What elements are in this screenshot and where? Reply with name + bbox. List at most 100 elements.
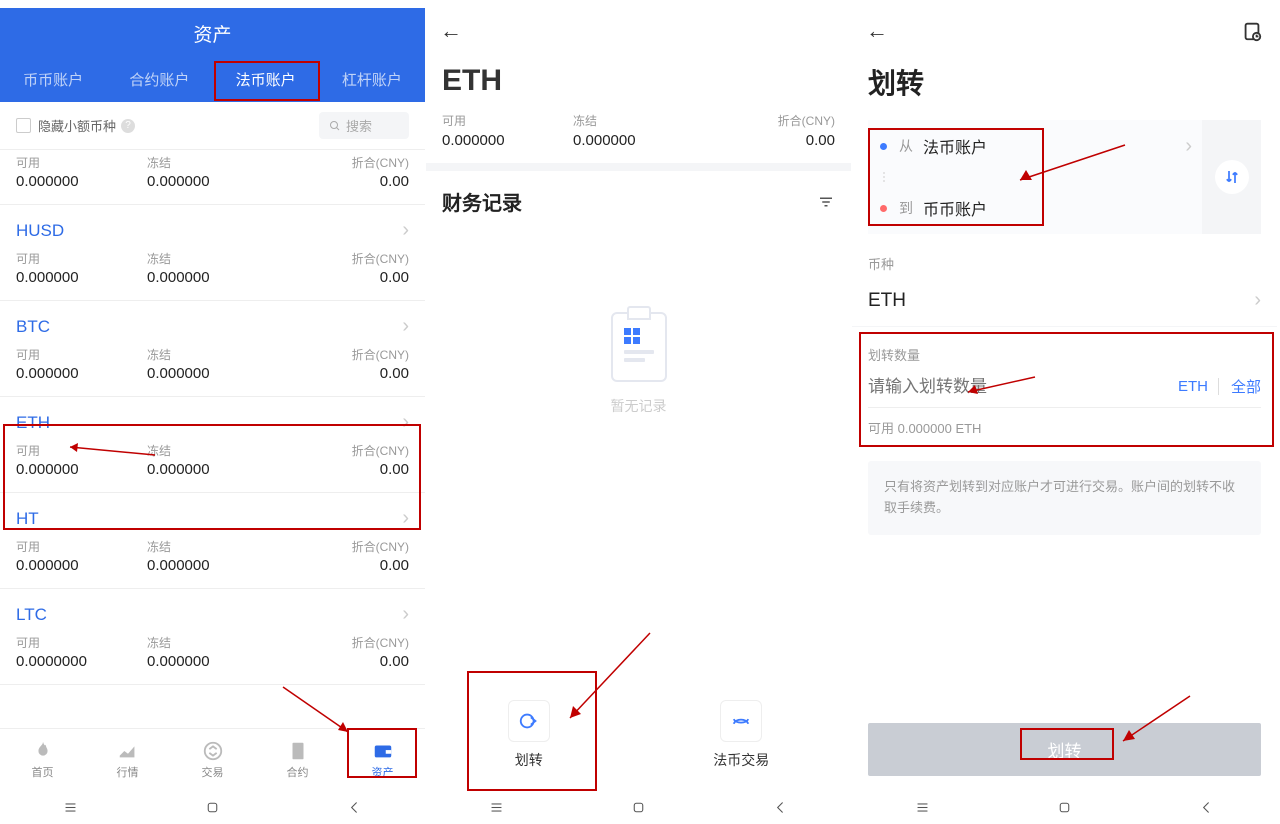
records-header: 财务记录 xyxy=(426,171,851,232)
menu-icon[interactable] xyxy=(914,799,931,816)
summary-avail: 0.000000 xyxy=(16,173,147,190)
balance-row: 可用0.000000 冻结0.000000 折合(CNY)0.00 xyxy=(426,112,851,163)
route-from[interactable]: 从 法币账户 › xyxy=(868,120,1202,172)
chevron-right-icon: › xyxy=(1254,289,1261,312)
document-icon xyxy=(287,740,309,762)
coin-name: HUSD xyxy=(16,221,64,241)
hide-small-checkbox[interactable] xyxy=(16,118,31,133)
amount-input-row: ETH 全部 xyxy=(868,376,1261,408)
swap-icon xyxy=(202,740,224,762)
chevron-right-icon: › xyxy=(402,411,409,434)
search-input[interactable]: 搜索 xyxy=(319,112,409,139)
menu-icon[interactable] xyxy=(488,799,505,816)
page-title: 资产 xyxy=(0,8,425,57)
home-icon[interactable] xyxy=(630,799,647,816)
nav-home[interactable]: 首页 xyxy=(0,729,85,790)
from-label: 从 xyxy=(899,136,913,156)
swap-button[interactable] xyxy=(1203,120,1261,234)
coin-name: LTC xyxy=(16,605,47,625)
back-arrow-icon[interactable]: ← xyxy=(440,18,462,43)
fiat-icon xyxy=(720,700,762,742)
col-frozen-label: 冻结 xyxy=(573,112,704,129)
coin-row-eth[interactable]: ETH › 可用0.000000 冻结0.000000 折合(CNY)0.00 xyxy=(0,397,425,493)
nav-trade[interactable]: 交易 xyxy=(170,729,255,790)
transfer-button[interactable]: 划转 xyxy=(508,700,550,770)
status-bar xyxy=(426,0,851,8)
back-arrow-icon[interactable]: ← xyxy=(866,18,888,44)
summary-row: 可用0.000000 冻结0.000000 折合(CNY)0.00 xyxy=(0,150,425,205)
coin-name: ETH xyxy=(16,413,50,433)
coin-row-husd[interactable]: HUSD › 可用0.000000 冻结0.000000 折合(CNY)0.00 xyxy=(0,205,425,301)
search-container: 搜索 xyxy=(135,112,409,139)
chevron-right-icon: › xyxy=(1185,135,1192,158)
home-icon[interactable] xyxy=(204,799,221,816)
dot-icon xyxy=(880,143,887,150)
route-list: 从 法币账户 › 到 币币账户 xyxy=(868,120,1203,234)
wallet-icon xyxy=(372,740,394,762)
menu-icon[interactable] xyxy=(62,799,79,816)
tab-fiat-account[interactable]: 法币账户 xyxy=(213,57,319,102)
balance-cny: 0.00 xyxy=(704,132,835,149)
back-icon[interactable] xyxy=(1198,799,1215,816)
system-nav xyxy=(0,790,425,824)
phone-transfer: ← 划转 从 法币账户 › 到 币币账户 币种 ETH › 划转数量 xyxy=(852,0,1278,824)
col-frozen-label: 冻结 xyxy=(147,154,278,171)
transfer-icon xyxy=(508,700,550,742)
filter-row: 隐藏小额币种 ? 搜索 xyxy=(0,102,425,150)
coin-name: BTC xyxy=(16,317,50,337)
currency-selector[interactable]: ETH › xyxy=(852,281,1277,327)
bottom-nav: 首页 行情 交易 合约 资产 xyxy=(0,728,425,790)
coin-row-btc[interactable]: BTC › 可用0.000000 冻结0.000000 折合(CNY)0.00 xyxy=(0,301,425,397)
nav-market[interactable]: 行情 xyxy=(85,729,170,790)
nav-assets[interactable]: 资产 xyxy=(340,729,425,790)
chart-icon xyxy=(117,740,139,762)
amount-section: 划转数量 ETH 全部 可用 0.000000 ETH xyxy=(868,345,1261,437)
back-icon[interactable] xyxy=(346,799,363,816)
system-nav xyxy=(426,790,851,824)
status-bar xyxy=(852,0,1277,8)
swap-vertical-icon xyxy=(1215,160,1249,194)
nav-contract[interactable]: 合约 xyxy=(255,729,340,790)
records-title: 财务记录 xyxy=(442,187,522,216)
page-title: ETH xyxy=(426,54,851,112)
tab-contract-account[interactable]: 合约账户 xyxy=(106,57,212,102)
coin-row-ht[interactable]: HT › 可用0.000000 冻结0.000000 折合(CNY)0.00 xyxy=(0,493,425,589)
col-cny-label: 折合(CNY) xyxy=(278,154,409,171)
clipboard-icon xyxy=(611,312,667,382)
spacer xyxy=(852,559,1277,603)
status-bar xyxy=(0,0,425,8)
tab-coin-account[interactable]: 币币账户 xyxy=(0,57,106,102)
transfer-note: 只有将资产划转到对应账户才可进行交易。账户间的划转不收取手续费。 xyxy=(868,461,1261,535)
fiat-trade-button[interactable]: 法币交易 xyxy=(713,700,769,770)
page-title: 划转 xyxy=(852,54,1277,120)
search-placeholder: 搜索 xyxy=(346,116,372,135)
amount-all-button[interactable]: 全部 xyxy=(1219,376,1261,397)
phone-assets: 资产 币币账户 合约账户 法币账户 杠杆账户 隐藏小额币种 ? 搜索 可用0.0… xyxy=(0,0,426,824)
filter-icon[interactable] xyxy=(817,193,835,211)
chevron-right-icon: › xyxy=(402,603,409,626)
tab-margin-account[interactable]: 杠杆账户 xyxy=(319,57,425,102)
action-row: 划转 法币交易 xyxy=(426,684,851,790)
hide-small-label: 隐藏小额币种 xyxy=(38,116,116,135)
submit-button[interactable]: 划转 xyxy=(868,723,1261,776)
help-icon[interactable]: ? xyxy=(121,119,135,133)
currency-value: ETH xyxy=(868,290,906,312)
to-value: 币币账户 xyxy=(923,196,987,220)
home-icon[interactable] xyxy=(1056,799,1073,816)
chevron-right-icon: › xyxy=(402,507,409,530)
empty-text: 暂无记录 xyxy=(611,396,667,416)
route-to[interactable]: 到 币币账户 xyxy=(868,182,1202,234)
separator xyxy=(426,163,851,171)
account-tabs: 币币账户 合约账户 法币账户 杠杆账户 xyxy=(0,57,425,102)
coin-row-ltc[interactable]: LTC › 可用0.0000000 冻结0.000000 折合(CNY)0.00 xyxy=(0,589,425,685)
amount-label: 划转数量 xyxy=(868,345,1261,364)
transfer-route-box: 从 法币账户 › 到 币币账户 xyxy=(868,120,1261,234)
back-icon[interactable] xyxy=(772,799,789,816)
empty-state: 暂无记录 xyxy=(426,232,851,684)
amount-input[interactable] xyxy=(868,377,1168,397)
search-icon xyxy=(329,120,341,132)
available-text: 可用 0.000000 ETH xyxy=(868,418,1261,437)
chevron-right-icon: › xyxy=(402,219,409,242)
history-icon[interactable] xyxy=(1241,20,1263,42)
amount-unit: ETH xyxy=(1168,378,1219,395)
